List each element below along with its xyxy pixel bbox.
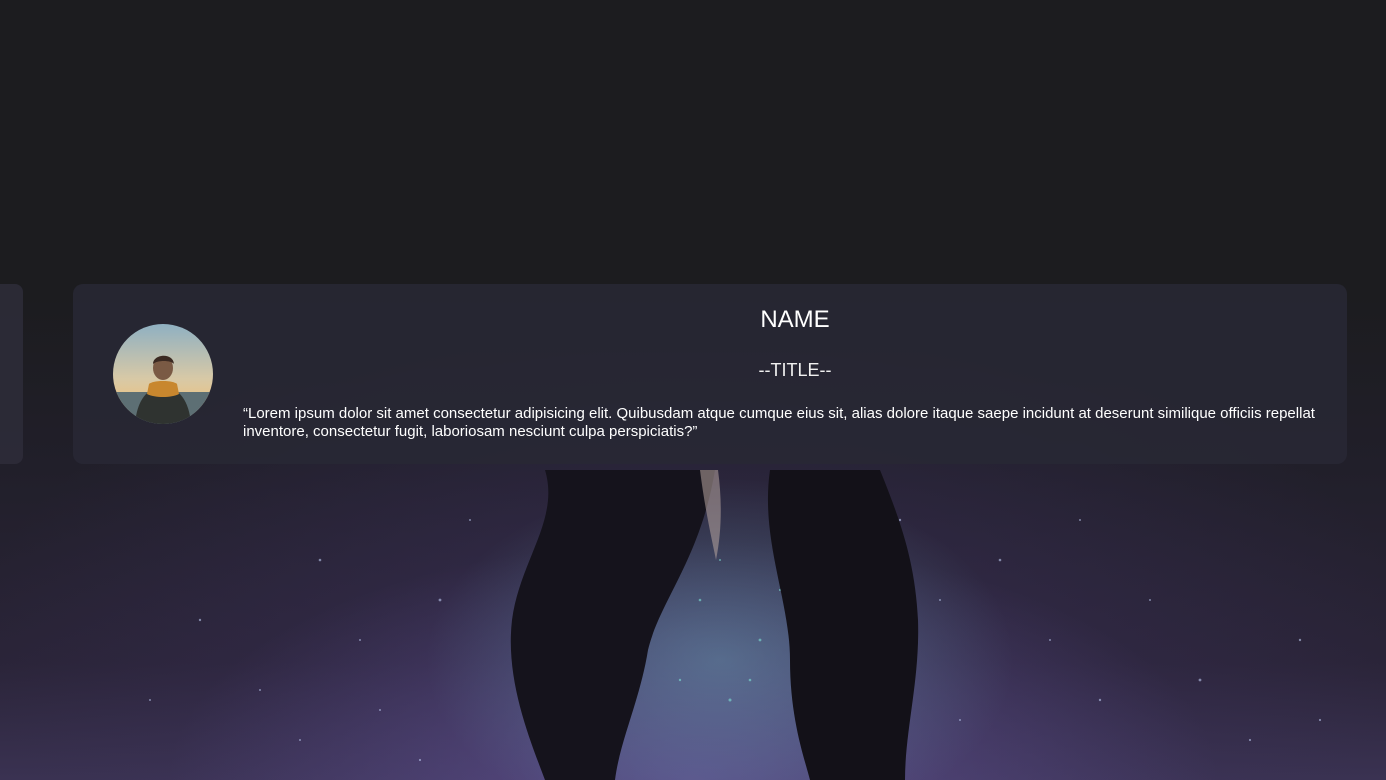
testimonial-page: NAME --TITLE-- “Lorem ipsum dolor sit am… [0,0,1386,780]
testimonial-card: NAME --TITLE-- “Lorem ipsum dolor sit am… [73,284,1347,464]
person-title: --TITLE-- [758,360,832,380]
person-name: NAME [760,306,830,333]
previous-slide-edge[interactable] [0,284,23,464]
testimonial-quote: “Lorem ipsum dolor sit amet consectetur … [243,405,1315,440]
avatar [113,324,213,424]
avatar-photo [113,324,213,424]
